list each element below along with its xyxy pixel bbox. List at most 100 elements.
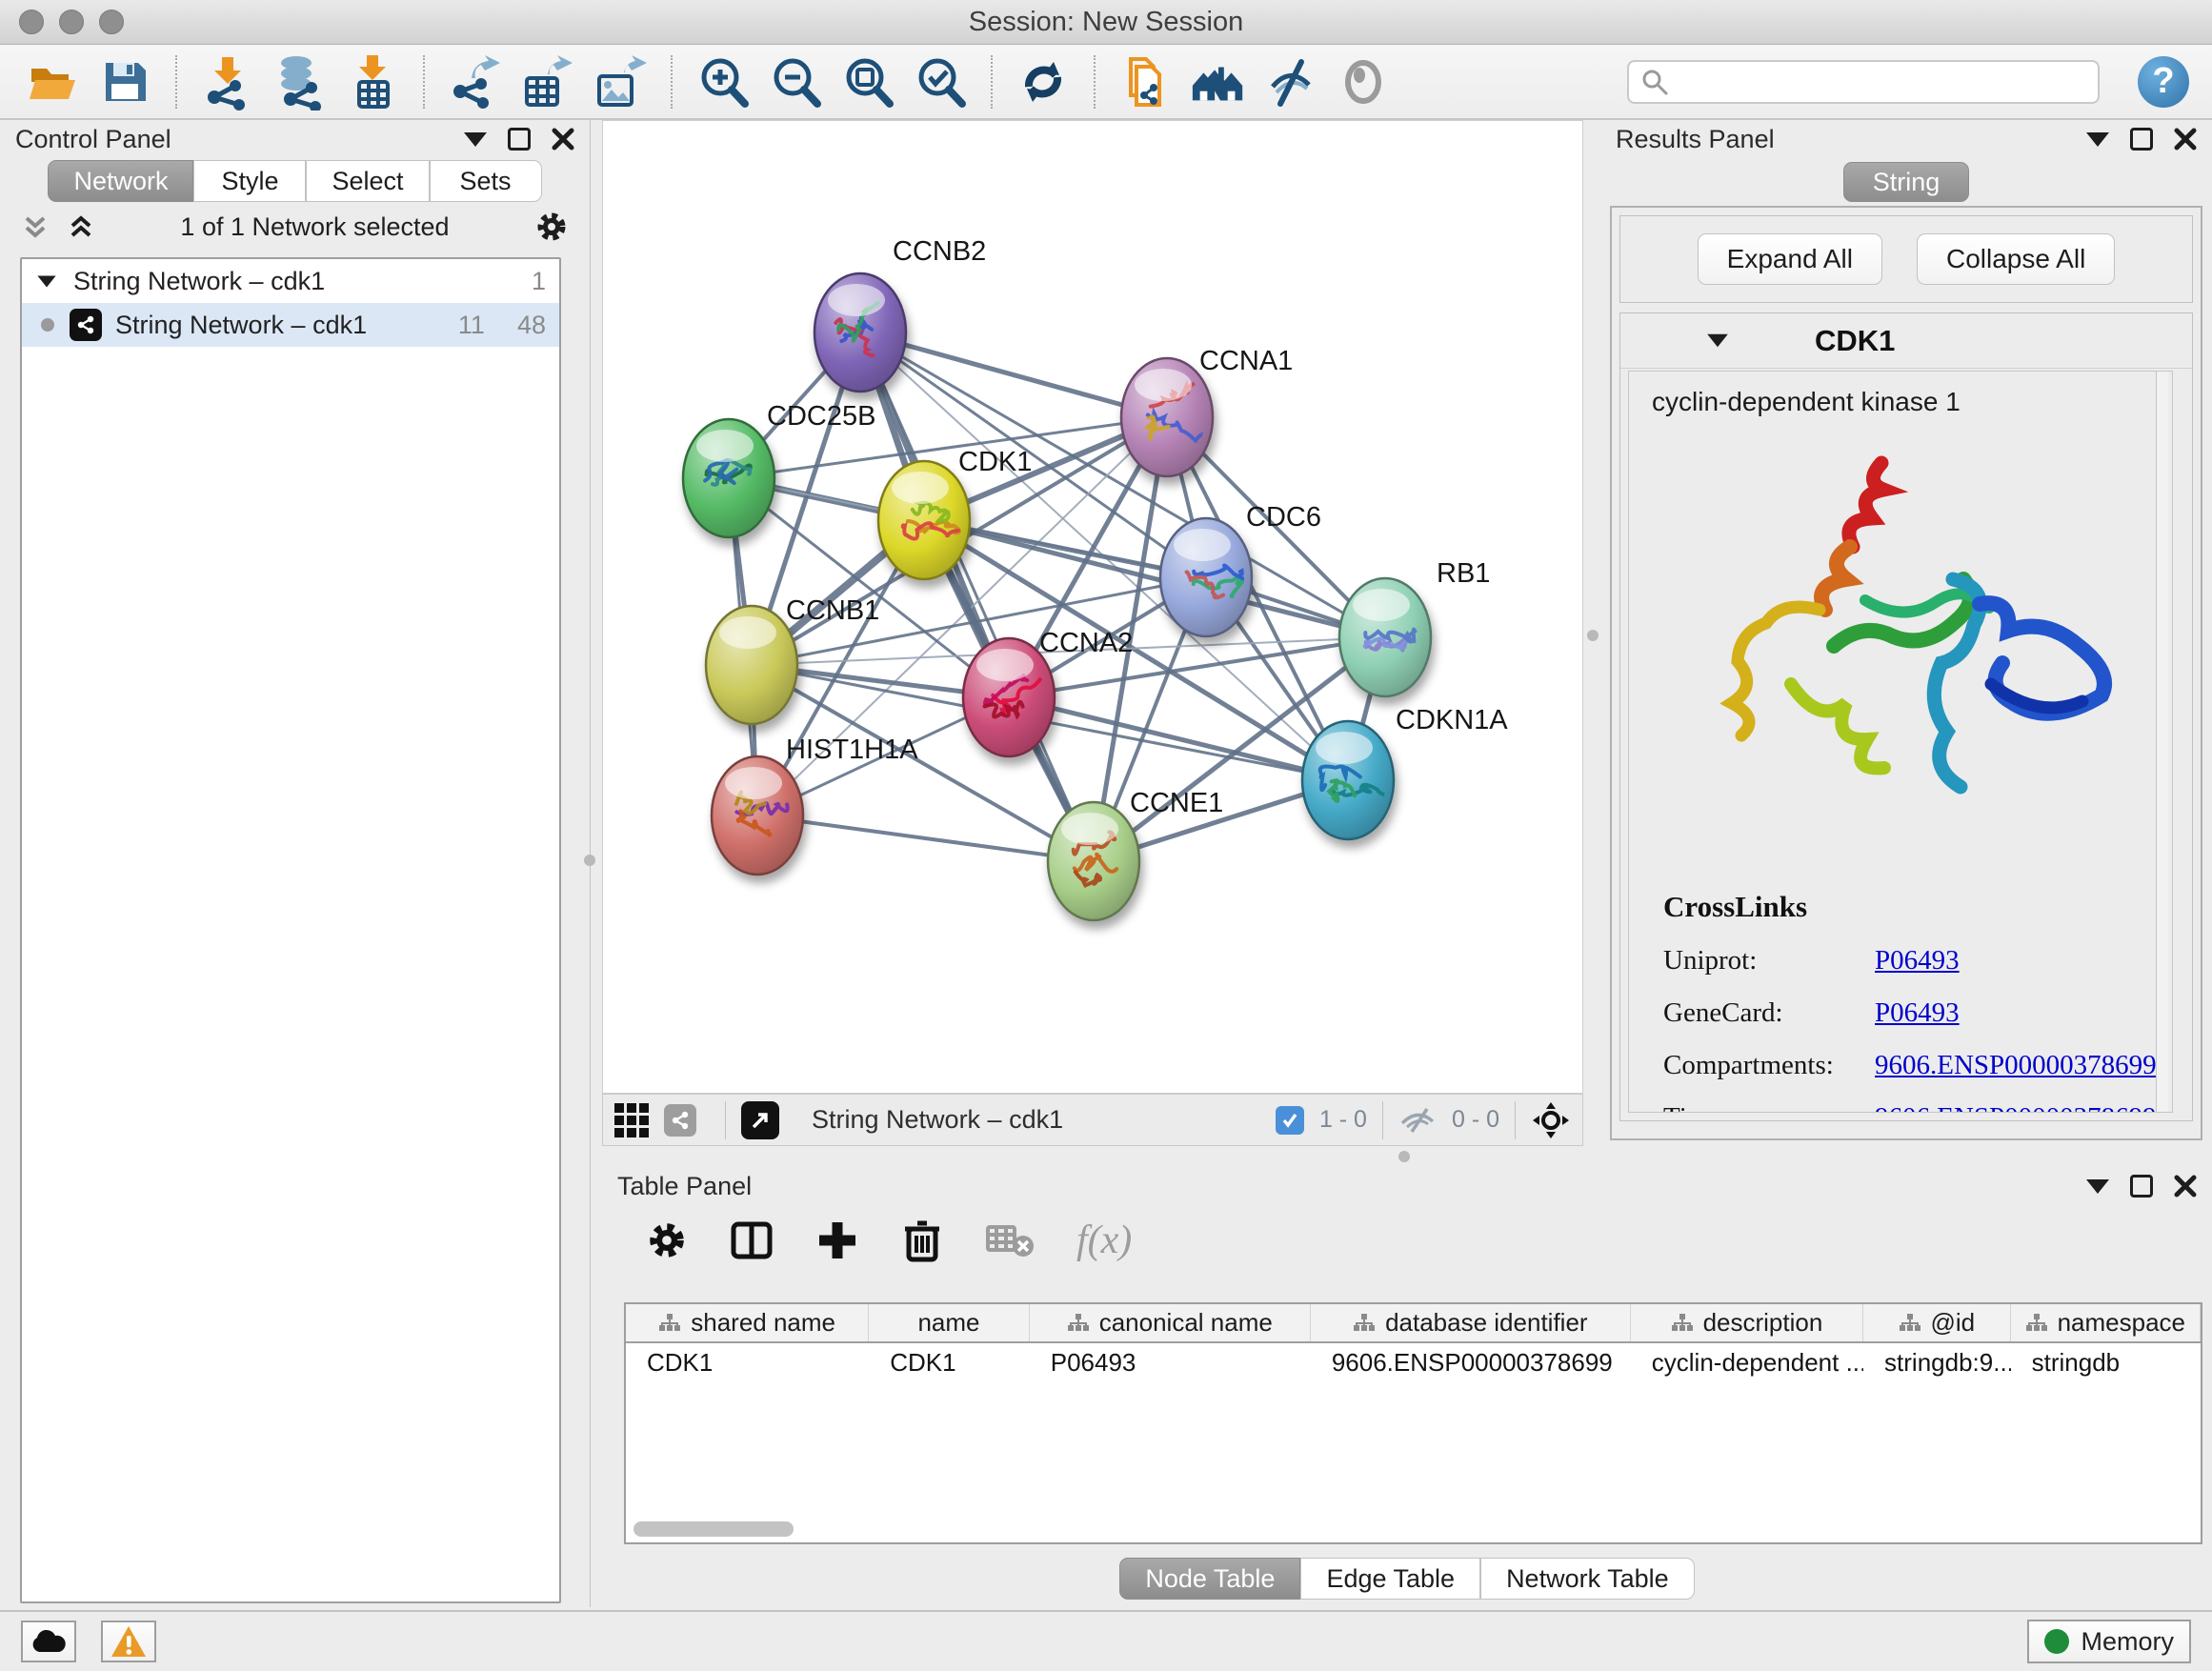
close-panel-icon[interactable]: [2174, 1175, 2197, 1198]
collapse-all-button[interactable]: Collapse All: [1917, 233, 2115, 285]
open-session-button[interactable]: [23, 52, 82, 111]
export-table-icon: [519, 53, 576, 111]
zoom-out-button[interactable]: [766, 52, 825, 111]
cloud-status-button[interactable]: [21, 1621, 76, 1662]
export-network-icon: [447, 53, 504, 111]
column-header-description[interactable]: description: [1631, 1304, 1863, 1341]
float-panel-icon[interactable]: [2130, 128, 2153, 151]
home-button[interactable]: [1189, 52, 1248, 111]
column-header-database-identifier[interactable]: database identifier: [1311, 1304, 1631, 1341]
import-network-file-button[interactable]: [198, 52, 257, 111]
entry-expander-icon[interactable]: [1707, 334, 1728, 348]
column-header-name[interactable]: name: [869, 1304, 1029, 1341]
table-row[interactable]: CDK1CDK1P064939606.ENSP00000378699cyclin…: [626, 1343, 2201, 1381]
table-cell[interactable]: cyclin-dependent ...: [1631, 1343, 1863, 1381]
table-cell[interactable]: 9606.ENSP00000378699: [1311, 1343, 1631, 1381]
crosslink-uniprot[interactable]: P06493: [1875, 945, 1960, 976]
hide-selected-button[interactable]: [1261, 52, 1320, 111]
network-view-icon[interactable]: [664, 1104, 696, 1137]
detach-view-icon[interactable]: [741, 1101, 779, 1139]
crosslink-genecard[interactable]: P06493: [1875, 997, 1960, 1029]
zoom-selected-button[interactable]: [911, 52, 970, 111]
table-cell[interactable]: CDK1: [626, 1343, 869, 1381]
table-cell[interactable]: P06493: [1030, 1343, 1311, 1381]
panel-menu-icon[interactable]: [2086, 132, 2109, 147]
tab-node-table[interactable]: Node Table: [1119, 1558, 1300, 1600]
left-splitter-handle[interactable]: [584, 855, 595, 866]
tab-string[interactable]: String: [1843, 162, 1970, 202]
results-panel: Results Panel String Expand All Collapse…: [1600, 120, 2212, 1146]
network-mapped-column-icon: [1899, 1313, 1921, 1334]
zoom-fit-button[interactable]: [838, 52, 897, 111]
panel-menu-icon[interactable]: [2086, 1179, 2109, 1194]
tab-network-table[interactable]: Network Table: [1480, 1558, 1695, 1600]
delete-column-trash-icon[interactable]: [901, 1218, 943, 1263]
network-canvas[interactable]: CCNB2CCNA1CDC25BCDK1CDC6RB1CCNB1CCNA2CDK…: [602, 120, 1583, 1094]
show-all-button[interactable]: [1334, 52, 1393, 111]
table-horizontal-scrollbar[interactable]: [633, 1521, 794, 1537]
network-node-CCNA2[interactable]: CCNA2: [963, 628, 1133, 756]
right-splitter-handle[interactable]: [1587, 630, 1599, 641]
window-title: Session: New Session: [0, 7, 2212, 38]
warnings-button[interactable]: [101, 1621, 156, 1662]
collection-expander-icon[interactable]: [37, 275, 55, 287]
network-row[interactable]: String Network – cdk1 11 48: [22, 303, 559, 347]
crosslink-tissues[interactable]: 9606.ENSP00000378699: [1875, 1102, 2157, 1113]
import-table-file-button[interactable]: [343, 52, 402, 111]
export-table-button[interactable]: [518, 52, 577, 111]
grid-view-icon[interactable]: [614, 1103, 649, 1137]
search-input[interactable]: [1669, 67, 2069, 96]
search-box[interactable]: [1627, 60, 2100, 104]
horizontal-splitter-handle[interactable]: [1398, 1151, 1410, 1162]
tab-sets[interactable]: Sets: [430, 160, 542, 202]
save-session-button[interactable]: [95, 52, 154, 111]
table-cell[interactable]: stringdb: [2011, 1343, 2201, 1381]
edge-count: 48: [517, 311, 546, 340]
table-cell[interactable]: CDK1: [869, 1343, 1030, 1381]
status-separator: [1515, 1101, 1516, 1139]
show-columns-icon[interactable]: [730, 1218, 774, 1262]
network-node-CCNE1[interactable]: CCNE1: [1048, 788, 1223, 920]
tab-edge-table[interactable]: Edge Table: [1300, 1558, 1480, 1600]
birdseye-view-icon[interactable]: [1531, 1100, 1571, 1140]
close-panel-icon[interactable]: [2174, 128, 2197, 151]
collapse-all-icon[interactable]: [21, 212, 50, 241]
selected-checkbox-icon[interactable]: [1276, 1106, 1304, 1135]
column-header-namespace[interactable]: namespace: [2011, 1304, 2201, 1341]
zoom-in-button[interactable]: [694, 52, 753, 111]
expand-all-button[interactable]: Expand All: [1698, 233, 1882, 285]
panel-menu-icon[interactable]: [464, 132, 487, 147]
tab-style[interactable]: Style: [193, 160, 306, 202]
help-button[interactable]: ?: [2138, 56, 2189, 108]
clone-network-button[interactable]: [1116, 52, 1176, 111]
export-network-button[interactable]: [446, 52, 505, 111]
export-image-button[interactable]: [591, 52, 650, 111]
refresh-view-button[interactable]: [1014, 52, 1073, 111]
network-node-RB1[interactable]: RB1: [1339, 558, 1490, 696]
network-edge-HIST1H1A-CCNE1[interactable]: [757, 815, 1094, 861]
close-panel-icon[interactable]: [552, 128, 574, 151]
float-panel-icon[interactable]: [2130, 1175, 2153, 1198]
network-node-HIST1H1A[interactable]: HIST1H1A: [712, 735, 918, 875]
tab-network[interactable]: Network: [48, 160, 193, 202]
column-header--id[interactable]: @id: [1863, 1304, 2011, 1341]
crosslink-compartments[interactable]: 9606.ENSP00000378699: [1875, 1050, 2157, 1081]
control-panel: Control Panel Network Style Select Sets …: [0, 120, 591, 1607]
expand-all-icon[interactable]: [67, 212, 95, 241]
memory-button[interactable]: Memory: [2027, 1620, 2191, 1663]
results-scrollbar[interactable]: [2156, 372, 2168, 1112]
network-node-CDKN1A[interactable]: CDKN1A: [1302, 705, 1508, 839]
network-collection-row[interactable]: String Network – cdk1 1: [22, 259, 559, 303]
tab-select[interactable]: Select: [306, 160, 429, 202]
network-edge-CCNB2-CCNE1[interactable]: [860, 332, 1094, 861]
toolbar-separator: [671, 55, 673, 109]
network-mapped-column-icon: [1353, 1313, 1376, 1334]
column-header-shared-name[interactable]: shared name: [626, 1304, 869, 1341]
add-column-plus-icon[interactable]: [815, 1218, 859, 1262]
table-settings-gear-icon[interactable]: [646, 1219, 688, 1261]
column-header-canonical-name[interactable]: canonical name: [1030, 1304, 1311, 1341]
float-panel-icon[interactable]: [508, 128, 531, 151]
gear-icon[interactable]: [534, 210, 569, 244]
import-network-database-button[interactable]: [271, 52, 330, 111]
table-cell[interactable]: stringdb:9...: [1863, 1343, 2011, 1381]
